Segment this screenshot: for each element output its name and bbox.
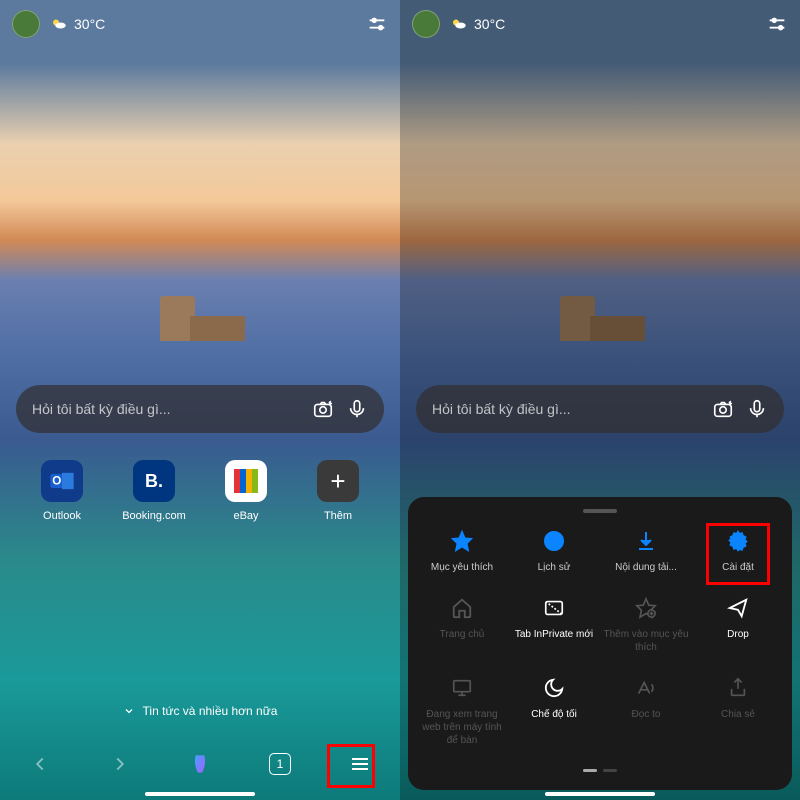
camera-icon[interactable] bbox=[312, 398, 334, 420]
quicklink-label: Thêm bbox=[324, 510, 352, 522]
menu-add-favorite: Thêm vào mục yêu thích bbox=[602, 596, 690, 654]
history-icon bbox=[542, 529, 566, 553]
menu-label: Chia sẻ bbox=[721, 708, 755, 721]
menu-label: Drop bbox=[727, 628, 749, 641]
sheet-handle[interactable] bbox=[583, 509, 617, 513]
quicklink-label: Outlook bbox=[43, 510, 81, 522]
quicklink-ebay[interactable]: eBay bbox=[206, 460, 286, 522]
weather-icon bbox=[50, 15, 68, 33]
settings-sliders-icon[interactable] bbox=[366, 13, 388, 35]
home-indicator bbox=[145, 792, 255, 796]
page-indicator bbox=[416, 769, 784, 772]
svg-text:O: O bbox=[52, 475, 61, 488]
top-bar: 30°C bbox=[0, 8, 400, 40]
menu-label: Chế độ tối bbox=[531, 708, 577, 721]
news-expand[interactable]: Tin tức và nhiều hơn nữa bbox=[0, 704, 400, 718]
avatar[interactable] bbox=[12, 10, 40, 38]
inprivate-icon bbox=[543, 597, 565, 619]
nav-back[interactable] bbox=[22, 746, 58, 782]
chevron-down-icon bbox=[123, 705, 135, 717]
menu-dark-mode[interactable]: Chế độ tối bbox=[510, 676, 598, 747]
weather-icon bbox=[450, 15, 468, 33]
menu-home: Trang chủ bbox=[418, 596, 506, 654]
menu-share: Chia sẻ bbox=[694, 676, 782, 747]
search-placeholder: Hỏi tôi bất kỳ điều gì... bbox=[32, 401, 300, 417]
highlight-settings bbox=[706, 523, 770, 585]
menu-label: Trang chủ bbox=[440, 628, 485, 641]
menu-downloads[interactable]: Nội dung tải... bbox=[602, 529, 690, 574]
screenshot-left: 30°C Hỏi tôi bất kỳ điều gì... O Outlook… bbox=[0, 0, 400, 800]
microphone-icon[interactable] bbox=[746, 398, 768, 420]
avatar[interactable] bbox=[412, 10, 440, 38]
nav-forward[interactable] bbox=[102, 746, 138, 782]
menu-favorites[interactable]: Mục yêu thích bbox=[418, 529, 506, 574]
menu-inprivate-tab[interactable]: Tab InPrivate mới bbox=[510, 596, 598, 654]
menu-sheet: Mục yêu thích Lịch sử Nội dung tải... Cà… bbox=[408, 497, 792, 790]
plus-icon: + bbox=[317, 460, 359, 502]
share-icon bbox=[727, 677, 749, 699]
menu-desktop-site: Đang xem trang web trên máy tính để bàn bbox=[418, 676, 506, 747]
send-icon bbox=[727, 597, 749, 619]
home-icon bbox=[451, 597, 473, 619]
temperature-text: 30°C bbox=[74, 16, 105, 32]
booking-icon: B. bbox=[133, 460, 175, 502]
highlight-menu-button bbox=[327, 744, 375, 788]
search-placeholder: Hỏi tôi bất kỳ điều gì... bbox=[432, 401, 700, 417]
pager-dot-active bbox=[583, 769, 597, 772]
sheet-row-3: Đang xem trang web trên máy tính để bàn … bbox=[416, 676, 784, 747]
star-icon bbox=[450, 529, 474, 553]
download-icon bbox=[634, 529, 658, 553]
home-indicator bbox=[545, 792, 655, 796]
menu-label: Lịch sử bbox=[538, 561, 571, 574]
search-bar[interactable]: Hỏi tôi bất kỳ điều gì... bbox=[416, 385, 784, 433]
weather-chip[interactable]: 30°C bbox=[50, 15, 105, 33]
read-aloud-icon bbox=[635, 677, 657, 699]
quicklink-add[interactable]: + Thêm bbox=[298, 460, 378, 522]
menu-label: Mục yêu thích bbox=[431, 561, 493, 574]
camera-icon[interactable] bbox=[712, 398, 734, 420]
top-bar: 30°C bbox=[400, 8, 800, 40]
quicklink-outlook[interactable]: O Outlook bbox=[22, 460, 102, 522]
menu-history[interactable]: Lịch sử bbox=[510, 529, 598, 574]
menu-drop[interactable]: Drop bbox=[694, 596, 782, 654]
search-bar[interactable]: Hỏi tôi bất kỳ điều gì... bbox=[16, 385, 384, 433]
pager-dot bbox=[603, 769, 617, 772]
menu-settings[interactable]: Cài đặt bbox=[694, 529, 782, 574]
ebay-icon bbox=[225, 460, 267, 502]
screenshot-right: 30°C Hỏi tôi bất kỳ điều gì... Mục yêu t… bbox=[400, 0, 800, 800]
sheet-row-2: Trang chủ Tab InPrivate mới Thêm vào mục… bbox=[416, 596, 784, 654]
menu-label: Nội dung tải... bbox=[615, 561, 677, 574]
menu-label: Tab InPrivate mới bbox=[515, 628, 593, 641]
weather-chip[interactable]: 30°C bbox=[450, 15, 505, 33]
outlook-icon: O bbox=[41, 460, 83, 502]
news-label: Tin tức và nhiều hơn nữa bbox=[143, 704, 278, 718]
menu-read-aloud: Đọc to bbox=[602, 676, 690, 747]
desktop-icon bbox=[451, 677, 473, 699]
nav-copilot[interactable] bbox=[182, 746, 218, 782]
microphone-icon[interactable] bbox=[346, 398, 368, 420]
moon-icon bbox=[543, 677, 565, 699]
quicklink-label: eBay bbox=[233, 510, 258, 522]
nav-tabs[interactable]: 1 bbox=[262, 746, 298, 782]
menu-label: Thêm vào mục yêu thích bbox=[602, 628, 690, 654]
tab-count: 1 bbox=[269, 753, 291, 775]
quicklink-booking[interactable]: B. Booking.com bbox=[114, 460, 194, 522]
quick-links: O Outlook B. Booking.com eBay + Thêm bbox=[0, 460, 400, 522]
menu-label: Đọc to bbox=[632, 708, 661, 721]
castle-graphic bbox=[140, 296, 260, 360]
star-add-icon bbox=[635, 597, 657, 619]
settings-sliders-icon[interactable] bbox=[766, 13, 788, 35]
temperature-text: 30°C bbox=[474, 16, 505, 32]
sheet-row-1: Mục yêu thích Lịch sử Nội dung tải... Cà… bbox=[416, 529, 784, 574]
quicklink-label: Booking.com bbox=[122, 510, 186, 522]
menu-label: Đang xem trang web trên máy tính để bàn bbox=[418, 708, 506, 747]
